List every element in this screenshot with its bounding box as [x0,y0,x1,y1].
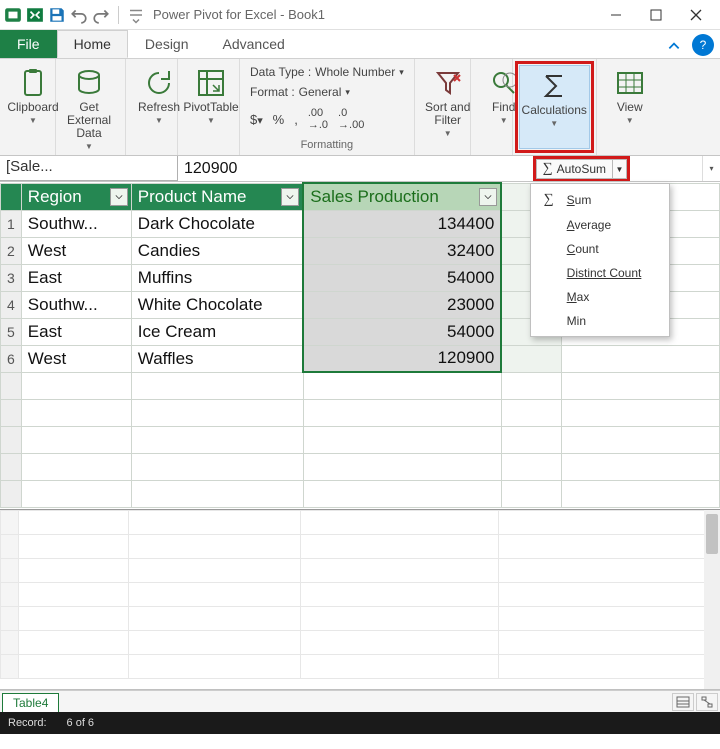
diagram-view-button[interactable] [696,693,718,711]
column-header-product[interactable]: Product Name [131,183,303,210]
chevron-down-icon: ▾ [399,67,404,78]
view-button[interactable]: View ▼ [603,63,657,129]
chevron-down-icon: ▼ [29,116,37,125]
filter-button[interactable] [281,188,299,206]
column-header-region[interactable]: Region [21,183,131,210]
comma-format-button[interactable]: , [294,112,298,127]
collapse-ribbon-icon[interactable] [660,34,688,58]
grid-view-icon [614,67,646,99]
clipboard-button[interactable]: Clipboard ▼ [6,63,60,129]
sheet-tab[interactable]: Table4 [2,693,59,712]
redo-icon[interactable] [92,6,110,24]
menu-item-min[interactable]: Min [531,309,669,333]
chevron-down-icon: ▼ [626,116,634,125]
app-icon [4,6,22,24]
minimize-button[interactable] [596,1,636,29]
calculation-area[interactable] [0,510,720,690]
currency-format-button[interactable]: $▾ [250,112,263,127]
undo-icon[interactable] [70,6,88,24]
decrease-decimal-button[interactable]: .0→.00 [338,107,364,131]
filter-button[interactable] [110,188,128,206]
pivottable-icon [195,67,227,99]
select-all-corner[interactable] [1,183,22,210]
menu-item-sum[interactable]: ∑Sum [531,187,669,213]
formatting-group-label: Formatting [246,137,408,151]
tab-home[interactable]: Home [57,30,128,58]
chevron-down-icon: ▼ [155,116,163,125]
filter-icon [432,67,464,99]
sigma-icon: ∑ [543,161,553,177]
chevron-down-icon: ▼ [85,142,93,151]
calculations-button[interactable]: Calculations ▼ [519,65,590,149]
sigma-icon: ∑ [541,192,557,208]
tab-file[interactable]: File [0,30,57,58]
percent-format-button[interactable]: % [273,112,285,127]
chevron-down-icon: ▼ [207,116,215,125]
autosum-menu: ∑Sum Average Count Distinct Count Max Mi… [530,183,670,337]
format-selector[interactable]: Format : General ▾ [250,85,404,99]
menu-item-count[interactable]: Count [531,237,669,261]
data-view-button[interactable] [672,693,694,711]
chevron-down-icon: ▼ [550,119,558,128]
name-box[interactable]: [Sale... [0,156,178,181]
help-button[interactable]: ? [692,34,714,56]
close-button[interactable] [676,1,716,29]
maximize-button[interactable] [636,1,676,29]
menu-item-average[interactable]: Average [531,213,669,237]
filter-button[interactable] [479,188,497,206]
sigma-icon [538,70,570,102]
window-title: Power Pivot for Excel - Book1 [153,7,325,22]
column-header-sales[interactable]: Sales Production [303,183,501,210]
formula-input[interactable] [178,156,533,181]
autosum-button[interactable]: ∑ AutoSum [536,159,613,179]
menu-item-distinct-count[interactable]: Distinct Count [531,261,669,285]
table-row[interactable]: 6 West Waffles 120900 [1,345,720,372]
refresh-icon [143,67,175,99]
clipboard-icon [17,67,49,99]
tab-advanced[interactable]: Advanced [206,30,302,58]
vertical-scrollbar[interactable] [704,510,720,689]
sort-and-filter-button[interactable]: Sort and Filter ▼ [421,63,475,142]
increase-decimal-button[interactable]: .00→.0 [308,107,328,131]
autosum-dropdown-button[interactable]: ▼ [613,159,627,179]
database-icon [73,67,105,99]
chevron-down-icon: ▼ [500,116,508,125]
qat-customize-icon[interactable] [127,6,145,24]
menu-item-max[interactable]: Max [531,285,669,309]
excel-icon [26,6,44,24]
tab-design[interactable]: Design [128,30,206,58]
chevron-down-icon: ▼ [444,129,452,138]
get-external-data-button[interactable]: Get External Data ▼ [62,63,116,155]
chevron-down-icon: ▾ [345,87,350,98]
formula-bar-expand-button[interactable]: ▾ [702,156,720,181]
status-bar: Record: 6 of 6 [0,712,720,734]
data-type-selector[interactable]: Data Type : Whole Number ▾ [250,65,404,79]
pivottable-button[interactable]: PivotTable ▼ [184,63,238,129]
save-icon[interactable] [48,6,66,24]
